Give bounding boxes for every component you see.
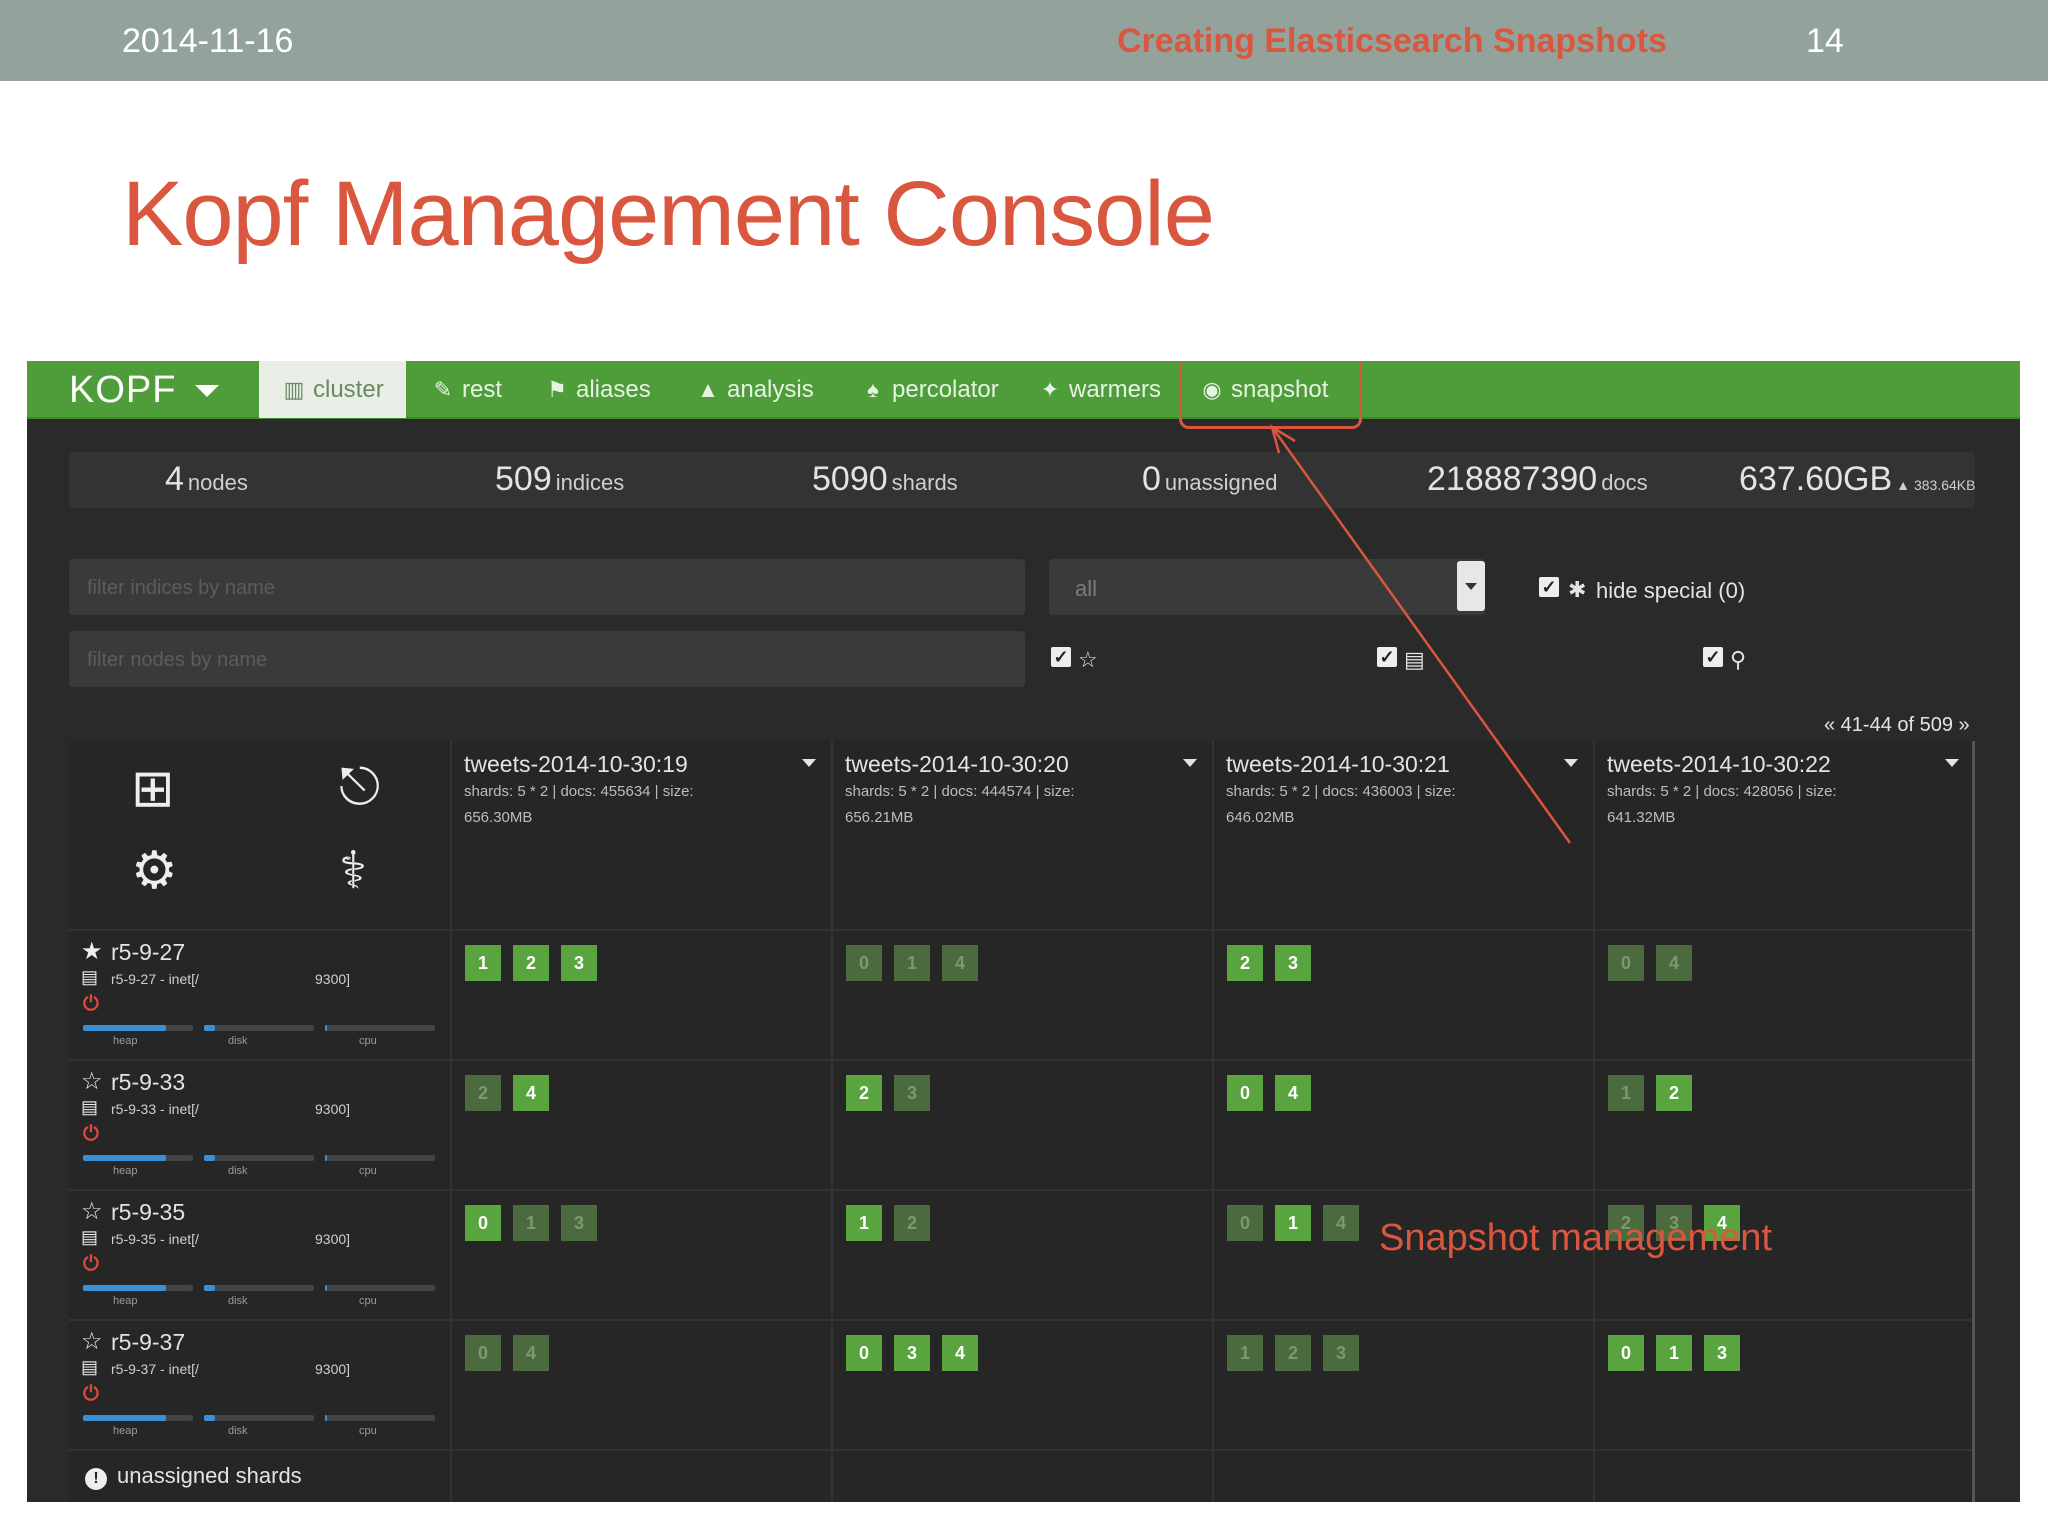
slide-page-number: 14 [1806,22,1844,60]
annotation-arrow [1269,424,1572,844]
annotation-label: Snapshot management [1379,1217,1772,1259]
slide-title: Kopf Management Console [122,163,1215,265]
slide-date: 2014-11-16 [122,22,294,60]
kopf-screenshot: KOPF ▥ cluster ✎ rest ⚑ aliases ▲ analysis ♠… [27,361,2020,1502]
slide-header-bar: 2014-11-16 Creating Elasticsearch Snapsh… [0,0,2048,81]
slide-topic: Creating Elasticsearch Snapshots [1117,22,1667,60]
